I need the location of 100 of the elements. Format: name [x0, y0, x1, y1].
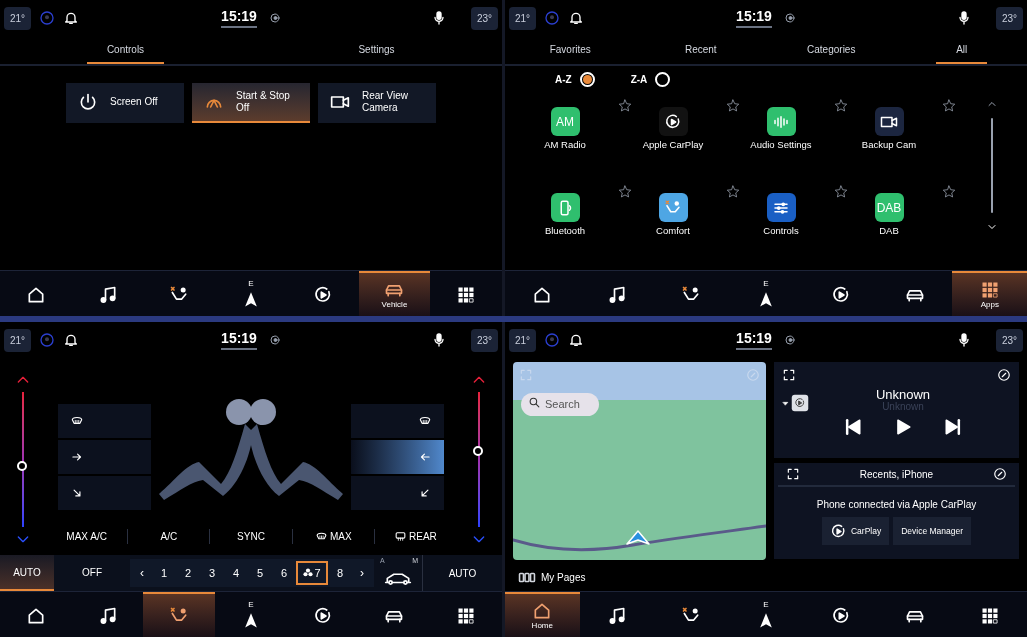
next-speed-button[interactable]: ›: [352, 564, 372, 582]
profile-icon[interactable]: [544, 332, 561, 348]
profile-icon[interactable]: [39, 332, 56, 348]
app-button[interactable]: AM AM Radio: [525, 107, 605, 151]
tab[interactable]: Categories: [787, 36, 876, 64]
bell-icon[interactable]: [568, 332, 585, 348]
fan-speed-button[interactable]: 6: [272, 561, 296, 585]
comfort-button[interactable]: [143, 592, 216, 637]
fan-speed-selector[interactable]: ‹ 1 2 3 4 5 6 7 8 ›: [130, 559, 374, 587]
app-button[interactable]: DAB DAB: [849, 193, 929, 237]
star-icon[interactable]: [617, 98, 633, 114]
app-button[interactable]: Apple CarPlay: [633, 107, 713, 151]
climate-button[interactable]: SYNC: [209, 528, 292, 544]
outside-temperature: 21°: [509, 328, 537, 352]
navigation-button[interactable]: E: [728, 592, 804, 637]
control-button[interactable]: Start & Stop Off: [192, 83, 310, 123]
play-circle-icon: [829, 522, 847, 540]
fan-speed-button[interactable]: 8: [328, 561, 352, 585]
bell-icon[interactable]: [63, 332, 80, 348]
connection-status-icon: [269, 334, 281, 346]
fan-speed-button[interactable]: 7: [296, 561, 328, 585]
cabin-temperature: 23°: [470, 328, 498, 352]
arrow-right-icon: [70, 450, 84, 464]
phone-action-button[interactable]: CarPlay: [821, 517, 890, 545]
fan-icon: [303, 568, 314, 578]
previous-speed-button[interactable]: ‹: [132, 564, 152, 582]
vehicle-button[interactable]: Vehicle: [358, 271, 431, 316]
rear-defrost-icon: [394, 529, 407, 543]
navigation-button[interactable]: E: [215, 592, 287, 637]
power-icon: [78, 92, 98, 112]
bell-icon[interactable]: [568, 10, 585, 26]
app-button[interactable]: Bluetooth: [525, 193, 605, 237]
connection-status-icon: [784, 334, 796, 346]
app-button[interactable]: Controls: [741, 193, 821, 237]
profile-icon[interactable]: [544, 10, 561, 26]
climate-button[interactable]: A/C: [127, 528, 210, 544]
control-button[interactable]: Screen Off: [66, 83, 184, 123]
navigation-button[interactable]: E: [728, 271, 804, 316]
phone-action-button[interactable]: Device Manager: [893, 517, 972, 545]
star-icon[interactable]: [725, 184, 741, 200]
next-track-icon[interactable]: [943, 416, 963, 437]
search-icon: [528, 396, 541, 409]
previous-track-icon[interactable]: [843, 416, 863, 437]
clock-time: 15:19: [736, 8, 772, 23]
star-icon[interactable]: [833, 98, 849, 114]
bell-icon[interactable]: [63, 10, 80, 26]
house-icon: [532, 601, 553, 621]
star-icon[interactable]: [725, 98, 741, 114]
navigation-button[interactable]: E: [215, 271, 287, 316]
star-icon[interactable]: [941, 98, 957, 114]
app-icon: AM: [550, 107, 580, 136]
fan-speed-button[interactable]: 5: [248, 561, 272, 585]
climate-button[interactable]: MAX A/C: [46, 528, 128, 544]
tab[interactable]: Settings: [338, 36, 415, 64]
clock-time: 15:19: [736, 330, 772, 345]
airflow-mode-button[interactable]: [351, 440, 444, 474]
star-icon[interactable]: [941, 184, 957, 200]
tab[interactable]: Favorites: [529, 36, 611, 64]
apps-button[interactable]: Apps: [952, 271, 1027, 316]
app-icon: DAB: [874, 193, 904, 222]
outside-temperature: 21°: [4, 328, 32, 352]
my-pages-button[interactable]: My Pages: [505, 563, 598, 591]
tab[interactable]: All: [936, 36, 988, 64]
clock-time: 15:19: [221, 8, 257, 23]
arrow-left-icon: [418, 450, 432, 464]
tab[interactable]: Controls: [86, 36, 165, 64]
climate-button[interactable]: REAR: [373, 528, 456, 544]
clock-time: 15:19: [221, 330, 257, 345]
pages-icon: [517, 571, 537, 583]
fan-speed-button[interactable]: 3: [200, 561, 224, 585]
fan-off-button[interactable]: OFF: [54, 555, 130, 591]
fan-speed-button[interactable]: 1: [152, 561, 176, 585]
slider-thumb[interactable]: [17, 461, 27, 472]
app-button[interactable]: Comfort: [633, 193, 713, 237]
home-button[interactable]: Home: [505, 592, 580, 637]
app-button[interactable]: Backup Cam: [849, 107, 929, 151]
star-icon[interactable]: [617, 184, 633, 200]
source-selector[interactable]: [782, 394, 809, 412]
auto-button[interactable]: AUTO: [0, 555, 54, 591]
scrollbar[interactable]: [991, 118, 993, 213]
sort-option[interactable]: Z-A: [630, 71, 671, 87]
control-button[interactable]: Rear View Camera: [318, 83, 436, 123]
play-circle-icon: [830, 284, 851, 305]
location-arrow-icon: [625, 528, 651, 548]
radio-button[interactable]: [655, 71, 671, 87]
temperature-slider[interactable]: [17, 392, 29, 527]
star-icon[interactable]: [833, 184, 849, 200]
profile-icon[interactable]: [39, 10, 56, 26]
cabin-temperature: 23°: [995, 328, 1023, 352]
temperature-slider[interactable]: [473, 392, 485, 527]
fan-speed-button[interactable]: 4: [224, 561, 248, 585]
sort-option[interactable]: A-Z: [555, 71, 595, 87]
climate-button[interactable]: MAX: [291, 528, 374, 544]
app-button[interactable]: Audio Settings: [741, 107, 821, 151]
carplay-tile-icon: [791, 394, 809, 412]
tab[interactable]: Recent: [664, 36, 737, 64]
radio-button[interactable]: [579, 71, 595, 87]
cabin-temperature: 23°: [995, 6, 1023, 30]
slider-thumb[interactable]: [473, 446, 483, 457]
fan-speed-button[interactable]: 2: [176, 561, 200, 585]
